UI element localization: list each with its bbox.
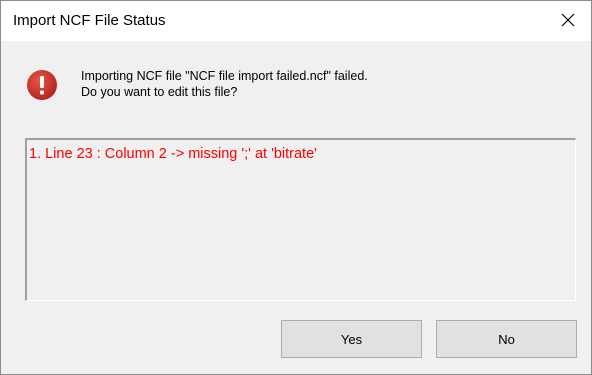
close-button[interactable] bbox=[545, 1, 591, 41]
yes-button[interactable]: Yes bbox=[281, 320, 422, 358]
no-button[interactable]: No bbox=[436, 320, 577, 358]
error-icon bbox=[26, 69, 58, 101]
window-title: Import NCF File Status bbox=[13, 12, 166, 29]
import-status-dialog: Import NCF File Status Importing NCF fil… bbox=[0, 0, 592, 375]
error-detail-line: 1. Line 23 : Column 2 -> missing ';' at … bbox=[29, 146, 317, 162]
message-line-2: Do you want to edit this file? bbox=[81, 85, 238, 99]
message-text: Importing NCF file "NCF file import fail… bbox=[81, 68, 368, 100]
title-bar[interactable]: Import NCF File Status bbox=[1, 1, 591, 41]
error-details-box[interactable]: 1. Line 23 : Column 2 -> missing ';' at … bbox=[25, 138, 576, 301]
close-icon bbox=[561, 13, 575, 27]
message-line-1: Importing NCF file "NCF file import fail… bbox=[81, 69, 368, 83]
